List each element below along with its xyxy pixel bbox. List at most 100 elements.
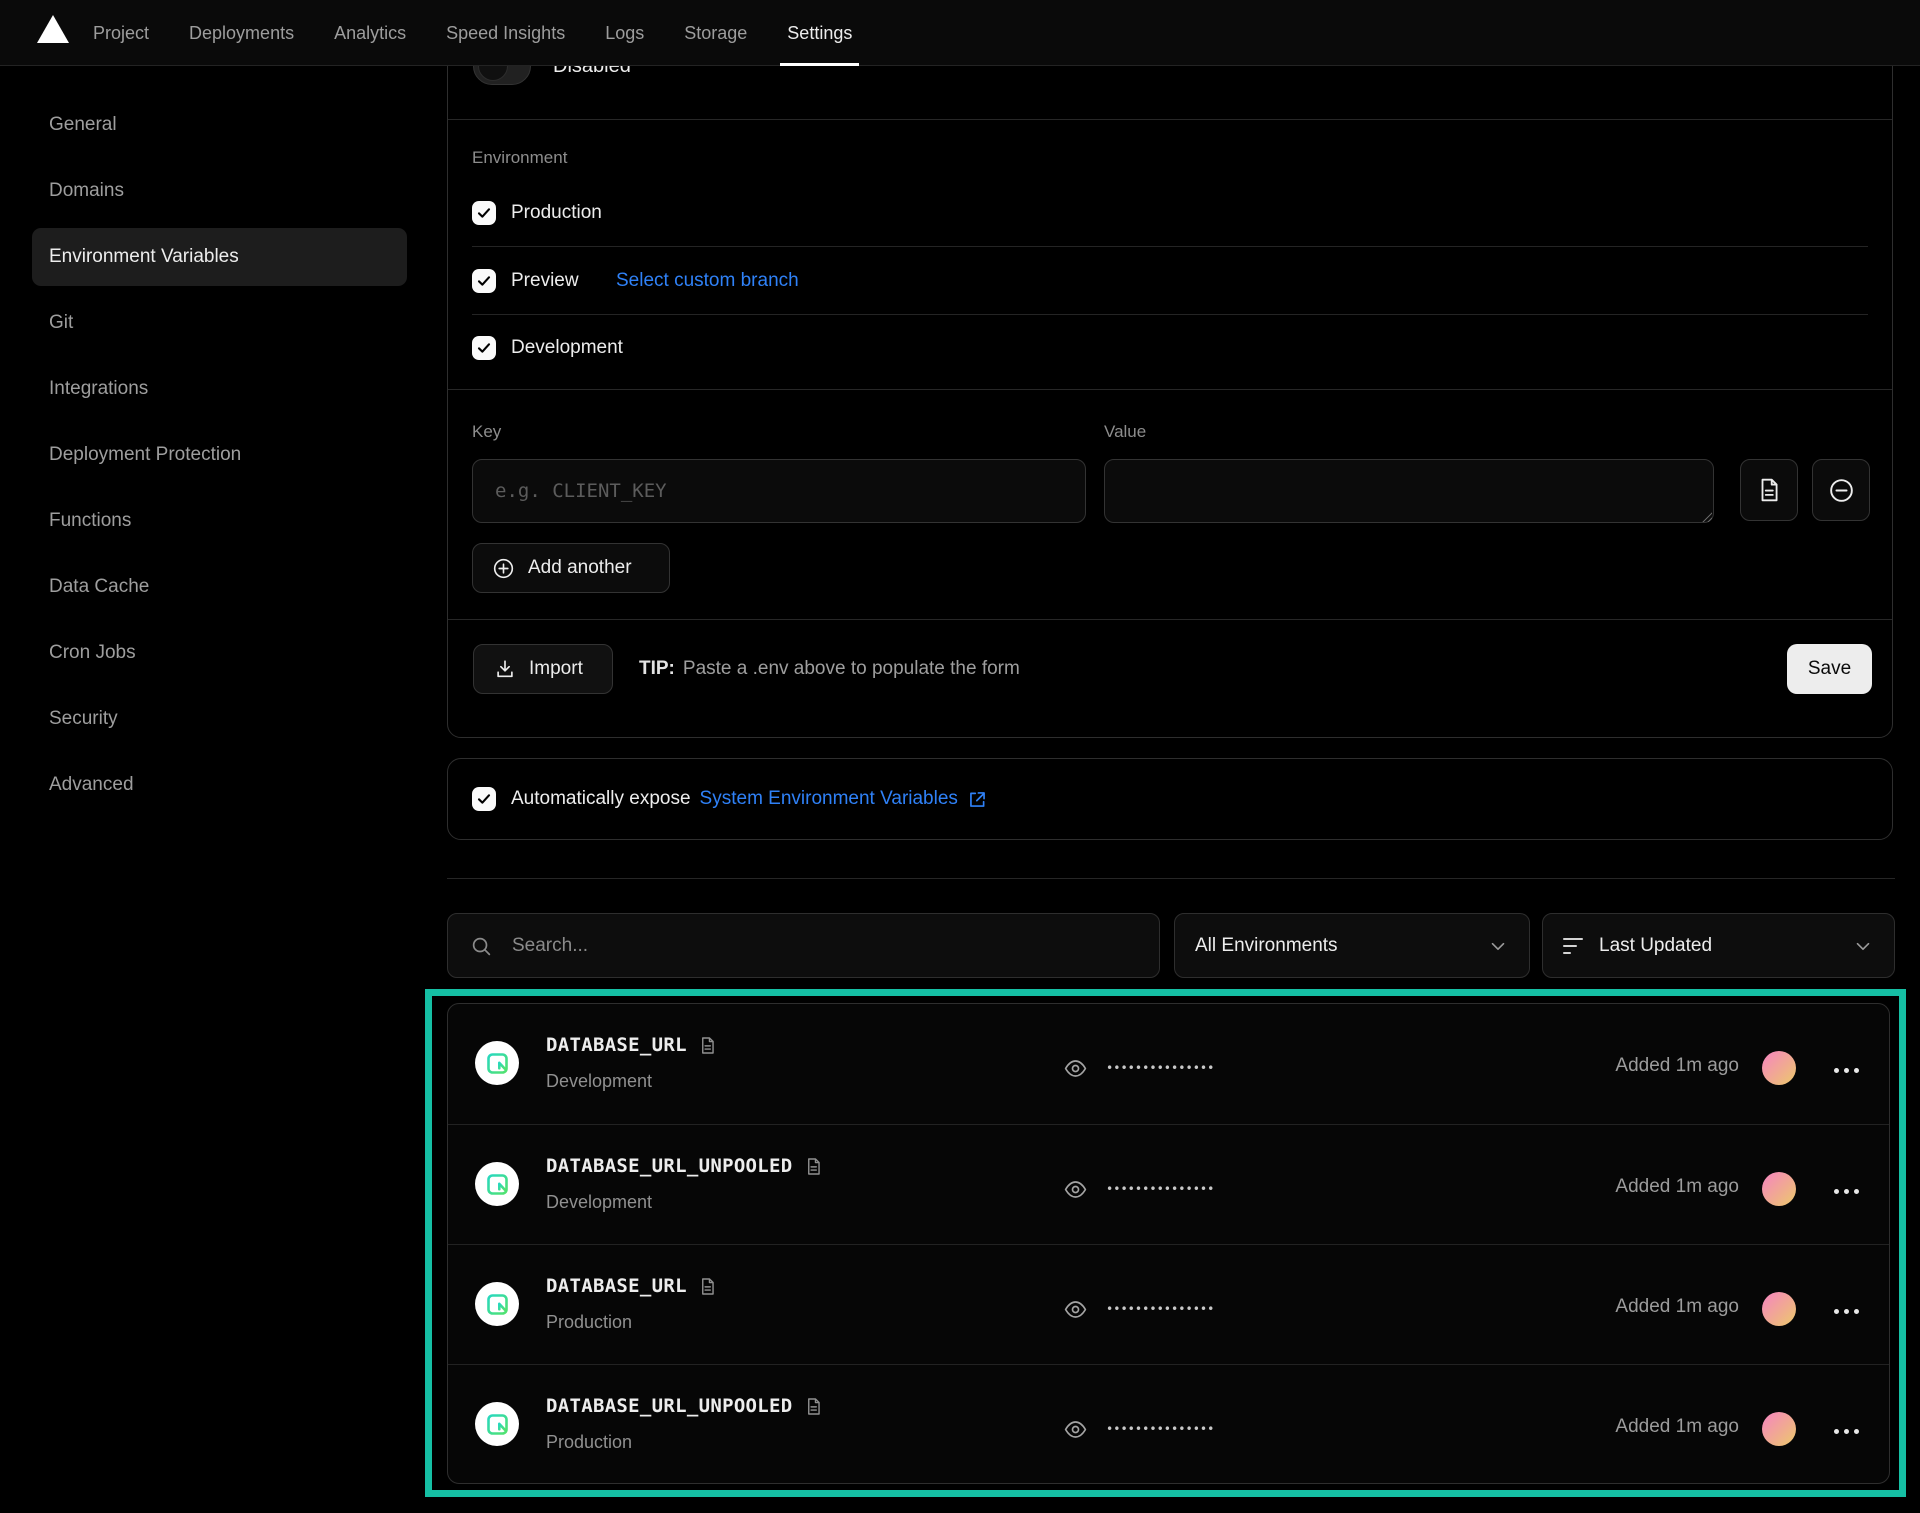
import-button[interactable]: Import bbox=[473, 644, 613, 694]
plus-circle-icon bbox=[492, 557, 515, 580]
tip-label: TIP: bbox=[639, 658, 675, 680]
chevron-down-icon bbox=[1487, 935, 1509, 957]
remove-row-button[interactable] bbox=[1812, 459, 1870, 521]
preview-checkbox[interactable] bbox=[472, 269, 496, 293]
search-box bbox=[447, 913, 1160, 978]
eye-icon[interactable] bbox=[1063, 1056, 1088, 1081]
nav-tab-analytics[interactable]: Analytics bbox=[334, 0, 406, 66]
env-var-row: DATABASE_URL Development •••••••••••••••… bbox=[448, 1004, 1889, 1124]
env-var-key: DATABASE_URL_UNPOOLED bbox=[546, 1155, 793, 1177]
sidebar-item-git[interactable]: Git bbox=[32, 294, 407, 352]
nav-tab-settings[interactable]: Settings bbox=[787, 0, 852, 66]
select-custom-branch-link[interactable]: Select custom branch bbox=[616, 269, 799, 293]
note-icon[interactable] bbox=[804, 1157, 823, 1176]
production-checkbox-label: Production bbox=[511, 201, 602, 225]
search-input[interactable] bbox=[448, 914, 1159, 977]
neon-logo-icon bbox=[475, 1282, 519, 1326]
key-label: Key bbox=[472, 422, 501, 442]
env-var-key: DATABASE_URL_UNPOOLED bbox=[546, 1395, 793, 1417]
environment-section-label: Environment bbox=[472, 148, 567, 168]
nav-tab-storage[interactable]: Storage bbox=[684, 0, 747, 66]
save-button[interactable]: Save bbox=[1787, 644, 1872, 694]
env-var-environment: Development bbox=[546, 1192, 652, 1213]
divider bbox=[448, 619, 1892, 620]
external-link-icon bbox=[967, 789, 988, 810]
divider bbox=[448, 119, 1892, 120]
sidebar-item-environment-variables[interactable]: Environment Variables bbox=[32, 228, 407, 286]
added-timestamp: Added 1m ago bbox=[1615, 1176, 1739, 1198]
check-icon bbox=[476, 791, 492, 807]
value-input[interactable] bbox=[1104, 459, 1714, 523]
sidebar-item-integrations[interactable]: Integrations bbox=[32, 360, 407, 418]
masked-value: ••••••••••••••• bbox=[1106, 1295, 1214, 1323]
env-var-list: DATABASE_URL Development •••••••••••••••… bbox=[447, 1003, 1890, 1484]
environment-filter-select[interactable]: All Environments bbox=[1174, 913, 1530, 978]
add-another-label: Add another bbox=[528, 557, 632, 579]
sort-select[interactable]: Last Updated bbox=[1542, 913, 1895, 978]
sidebar-item-functions[interactable]: Functions bbox=[32, 492, 407, 550]
import-label: Import bbox=[529, 658, 583, 680]
settings-sidebar: General Domains Environment Variables Gi… bbox=[32, 96, 407, 822]
value-label: Value bbox=[1104, 422, 1146, 442]
nav-tab-logs[interactable]: Logs bbox=[605, 0, 644, 66]
divider bbox=[448, 389, 1892, 390]
paste-env-file-button[interactable] bbox=[1740, 459, 1798, 521]
top-nav: Project Deployments Analytics Speed Insi… bbox=[0, 0, 1920, 66]
minus-circle-icon bbox=[1828, 477, 1855, 504]
development-checkbox[interactable] bbox=[472, 336, 496, 360]
more-menu-button[interactable] bbox=[1832, 1423, 1861, 1440]
more-menu-button[interactable] bbox=[1832, 1062, 1861, 1079]
env-var-key: DATABASE_URL bbox=[546, 1034, 687, 1056]
add-env-var-card: Disabled Environment Production Preview … bbox=[447, 0, 1893, 738]
system-env-vars-card: Automatically expose System Environment … bbox=[447, 758, 1893, 840]
production-checkbox[interactable] bbox=[472, 201, 496, 225]
nav-tab-deployments[interactable]: Deployments bbox=[189, 0, 294, 66]
added-timestamp: Added 1m ago bbox=[1615, 1416, 1739, 1438]
note-icon[interactable] bbox=[698, 1036, 717, 1055]
env-var-row: DATABASE_URL_UNPOOLED Production •••••••… bbox=[448, 1364, 1889, 1484]
nav-tab-speed-insights[interactable]: Speed Insights bbox=[446, 0, 565, 66]
env-var-row: DATABASE_URL Production ••••••••••••••• … bbox=[448, 1244, 1889, 1364]
vercel-triangle-icon[interactable] bbox=[37, 15, 69, 43]
eye-icon[interactable] bbox=[1063, 1417, 1088, 1442]
tip-text: Paste a .env above to populate the form bbox=[683, 658, 1020, 680]
document-icon bbox=[1756, 477, 1782, 503]
divider bbox=[472, 246, 1868, 247]
note-icon[interactable] bbox=[804, 1397, 823, 1416]
import-tip: TIP: Paste a .env above to populate the … bbox=[639, 644, 1020, 694]
sidebar-item-security[interactable]: Security bbox=[32, 690, 407, 748]
added-timestamp: Added 1m ago bbox=[1615, 1296, 1739, 1318]
masked-value: ••••••••••••••• bbox=[1106, 1175, 1214, 1203]
note-icon[interactable] bbox=[698, 1277, 717, 1296]
avatar bbox=[1762, 1051, 1796, 1085]
sidebar-item-data-cache[interactable]: Data Cache bbox=[32, 558, 407, 616]
check-icon bbox=[476, 273, 492, 289]
check-icon bbox=[476, 340, 492, 356]
sidebar-item-cron-jobs[interactable]: Cron Jobs bbox=[32, 624, 407, 682]
key-input[interactable] bbox=[472, 459, 1086, 523]
nav-tab-project[interactable]: Project bbox=[93, 0, 149, 66]
avatar bbox=[1762, 1292, 1796, 1326]
eye-icon[interactable] bbox=[1063, 1297, 1088, 1322]
sidebar-item-general[interactable]: General bbox=[32, 96, 407, 154]
added-timestamp: Added 1m ago bbox=[1615, 1055, 1739, 1077]
env-var-environment: Production bbox=[546, 1432, 632, 1453]
system-env-vars-link[interactable]: System Environment Variables bbox=[700, 788, 958, 810]
add-another-button[interactable]: Add another bbox=[472, 543, 670, 593]
neon-logo-icon bbox=[475, 1162, 519, 1206]
chevron-down-icon bbox=[1852, 935, 1874, 957]
sidebar-item-deployment-protection[interactable]: Deployment Protection bbox=[32, 426, 407, 484]
auto-expose-checkbox[interactable] bbox=[472, 787, 496, 811]
main-content: Disabled Environment Production Preview … bbox=[447, 0, 1895, 1513]
check-icon bbox=[476, 205, 492, 221]
sidebar-item-domains[interactable]: Domains bbox=[32, 162, 407, 220]
more-menu-button[interactable] bbox=[1832, 1303, 1861, 1320]
sidebar-item-advanced[interactable]: Advanced bbox=[32, 756, 407, 814]
eye-icon[interactable] bbox=[1063, 1177, 1088, 1202]
masked-value: ••••••••••••••• bbox=[1106, 1415, 1214, 1443]
more-menu-button[interactable] bbox=[1832, 1183, 1861, 1200]
neon-logo-icon bbox=[475, 1402, 519, 1446]
environment-variables-settings-page: Disabled Environment Production Preview … bbox=[0, 0, 1920, 1513]
avatar bbox=[1762, 1172, 1796, 1206]
sort-value: Last Updated bbox=[1599, 935, 1712, 957]
